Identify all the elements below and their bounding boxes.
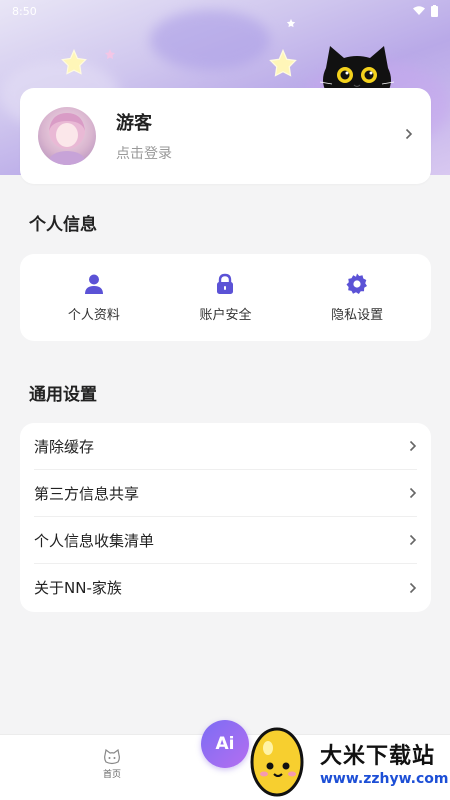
privacy-settings-button[interactable]: 隐私设置: [302, 272, 412, 323]
chevron-right-icon: [409, 440, 417, 452]
status-bar: 8:50: [0, 0, 450, 22]
settings-item-label: 清除缓存: [34, 437, 95, 456]
personal-profile-label: 个人资料: [67, 308, 120, 323]
battery-icon: [431, 5, 438, 17]
watermark-title: 大米下载站: [320, 744, 436, 769]
avatar: [38, 107, 96, 165]
personal-profile-button[interactable]: 个人资料: [39, 272, 149, 323]
account-security-button[interactable]: 账户安全: [170, 272, 280, 323]
settings-item-label: 关于NN-家族: [34, 579, 122, 597]
user-icon: [84, 274, 103, 294]
account-security-label: 账户安全: [199, 308, 252, 323]
general-settings-list: 清除缓存 第三方信息共享 个人信息收集清单 关于NN-家族: [20, 423, 431, 612]
lock-icon: [217, 273, 234, 294]
chevron-right-icon: [409, 534, 417, 546]
star-icon: [61, 48, 87, 75]
settings-item-clear-cache[interactable]: 清除缓存: [34, 423, 417, 470]
chevron-right-icon: [409, 582, 417, 593]
settings-item-info-collection-list[interactable]: 个人信息收集清单: [34, 517, 417, 564]
chevron-right-icon: [409, 487, 417, 499]
personal-info-card: 个人资料 账户安全 隐私设置: [20, 254, 431, 341]
login-prompt[interactable]: 点击登录: [116, 143, 405, 163]
cat-face-icon: [104, 749, 120, 765]
ai-assistant-button[interactable]: Ai: [201, 720, 249, 768]
privacy-settings-label: 隐私设置: [331, 308, 384, 323]
watermark-url: www.zzhyw.com: [320, 771, 449, 787]
profile-card[interactable]: 游客 点击登录: [20, 88, 431, 184]
settings-item-about[interactable]: 关于NN-家族: [34, 564, 417, 611]
gear-icon: [346, 273, 368, 294]
tab-home[interactable]: 首页: [92, 749, 132, 780]
ai-button-label: Ai: [215, 734, 235, 754]
star-icon: [269, 48, 297, 77]
settings-item-label: 个人信息收集清单: [34, 531, 155, 550]
profile-name: 游客: [116, 113, 152, 134]
egg-mascot-logo: [250, 727, 304, 797]
wifi-icon: [413, 6, 425, 15]
section-title-personal-info: 个人信息: [29, 215, 97, 235]
tab-home-label: 首页: [102, 770, 121, 780]
section-title-general-settings: 通用设置: [29, 385, 97, 405]
chevron-right-icon: [405, 128, 413, 144]
settings-item-third-party-sharing[interactable]: 第三方信息共享: [34, 470, 417, 517]
status-time: 8:50: [12, 4, 37, 18]
star-icon: [105, 49, 115, 59]
settings-item-label: 第三方信息共享: [34, 484, 140, 503]
